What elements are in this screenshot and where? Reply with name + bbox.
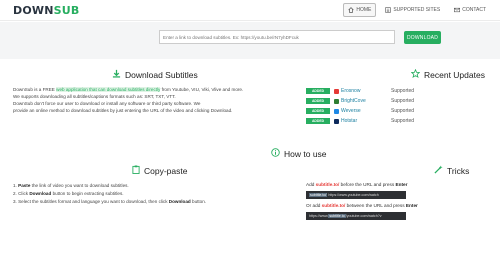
step-1-num: 1.: [13, 183, 17, 188]
trick-2-bar-a: https://www.: [309, 214, 329, 218]
erosnow-icon: [334, 88, 339, 94]
nav-supported-sites[interactable]: SUPPORTED SITES: [380, 3, 445, 17]
nav-contact-label: CONTACT: [462, 7, 486, 13]
magic-wand-icon: [434, 165, 443, 176]
step-3-text: 3. Select the subtitles format and langu…: [13, 199, 168, 204]
tricks-panel: Add subtitle.to/ before the URL and pres…: [306, 182, 496, 224]
site-status: Supported: [391, 118, 415, 124]
site-link[interactable]: Hotstar: [341, 118, 391, 124]
download-section-title-text: Download Subtitles: [125, 69, 198, 80]
list-icon: [385, 7, 392, 13]
brightcove-icon: [334, 98, 339, 104]
trick-2-enter: Enter: [405, 203, 418, 208]
search-band: DOWNLOAD: [0, 22, 500, 59]
nav-supported-sites-label: SUPPORTED SITES: [393, 7, 441, 13]
trick-2-bar-c: /youtube.com/watch?v: [345, 214, 382, 218]
trick-1-enter: Enter: [395, 182, 408, 187]
intro-highlight: web application that can download subtit…: [56, 87, 161, 92]
info-icon: [271, 148, 280, 159]
step-2-text: button to begin extracting subtitles.: [51, 191, 124, 196]
trick-2-bar-sub: subtitle.to: [328, 214, 346, 218]
updates-title-text: Recent Updates: [424, 69, 485, 80]
trick-1-post: before the URL and press: [339, 182, 396, 187]
star-icon: [410, 68, 421, 80]
step-2-bold: Download: [29, 191, 52, 196]
trick-1-url-example: subtitle.to/ https://www.youtube.com/wat…: [306, 191, 406, 199]
url-input[interactable]: [159, 30, 395, 44]
site-status: Supported: [391, 88, 415, 94]
site-link[interactable]: Weverse: [341, 108, 391, 114]
trick-1-text: Add subtitle.to/ before the URL and pres…: [306, 182, 496, 190]
added-badge: ADDED: [306, 88, 330, 94]
tricks-title-text: Tricks: [447, 165, 470, 176]
site-link[interactable]: Erosnow: [341, 88, 391, 94]
intro-line-2: We supports downloading all subtitles/ca…: [13, 94, 176, 99]
weverse-icon: [334, 108, 339, 114]
copy-paste-title-text: Copy-paste: [144, 165, 188, 176]
added-badge: ADDED: [306, 118, 330, 124]
top-navbar: DOWNSUB HOME SUPPORTED SITES CONTACT: [0, 0, 500, 21]
site-status: Supported: [391, 108, 415, 114]
trick-1-pre: Add: [306, 182, 316, 187]
download-section-title: Download Subtitles: [112, 69, 198, 80]
main-nav: HOME SUPPORTED SITES CONTACT: [343, 3, 491, 17]
trick-2-red: subtitle.to/: [321, 203, 346, 208]
trick-2-post: between the URL and press: [345, 203, 406, 208]
step-1-text: the link of video you want to download s…: [30, 183, 129, 188]
intro-text: DownSub is a FREE web application that c…: [13, 86, 303, 114]
step-3-bold: Download: [168, 199, 191, 204]
updates-list: ADDED Erosnow Supported ADDED BrightCove…: [306, 86, 486, 126]
added-badge: ADDED: [306, 98, 330, 104]
intro-line-4: provide an online method to download sub…: [13, 108, 233, 113]
howto-title-text: How to use: [284, 148, 327, 159]
nav-contact[interactable]: CONTACT: [449, 3, 491, 17]
copy-paste-title: Copy-paste: [132, 165, 187, 176]
tricks-title: Tricks: [434, 165, 469, 176]
hotstar-icon: [334, 118, 339, 124]
step-3-post: button.: [190, 199, 207, 204]
step-3: 3. Select the subtitles format and langu…: [13, 198, 303, 206]
step-1-bold: Paste: [18, 183, 31, 188]
logo-text-b: SUB: [53, 4, 80, 17]
intro-line-3: DownSub don't force our user to download…: [13, 101, 201, 106]
update-row: ADDED Hotstar Supported: [306, 116, 486, 126]
envelope-icon: [454, 7, 461, 13]
nav-home-label: HOME: [356, 7, 372, 13]
step-2-num: 2. Click: [13, 191, 29, 196]
added-badge: ADDED: [306, 108, 330, 114]
site-link[interactable]: BrightCove: [341, 98, 391, 104]
update-row: ADDED Weverse Supported: [306, 106, 486, 116]
trick-1-red: subtitle.to/: [315, 182, 340, 187]
downsub-logo[interactable]: DOWNSUB: [13, 4, 79, 17]
clipboard-icon: [132, 165, 140, 176]
trick-2-url-example: https://www. subtitle.to/youtube.com/watc…: [306, 212, 406, 220]
nav-home[interactable]: HOME: [343, 3, 377, 17]
trick-2-text: Or add subtitle.to/ between the URL and …: [306, 203, 496, 211]
howto-title: How to use: [271, 148, 327, 159]
intro-line-1: DownSub is a FREE web application that c…: [13, 86, 303, 93]
download-icon: [112, 69, 121, 80]
update-row: ADDED Erosnow Supported: [306, 86, 486, 96]
home-icon: [348, 7, 354, 13]
trick-1-bar-url: https://www.youtube.com/watch: [328, 193, 379, 197]
howto-steps: 1. Paste the link of video you want to d…: [13, 182, 303, 206]
logo-text-a: DOWN: [13, 4, 54, 17]
update-row: ADDED BrightCove Supported: [306, 96, 486, 106]
step-2: 2. Click Download button to begin extrac…: [13, 190, 303, 198]
trick-1-bar-prefix: subtitle.to/: [309, 193, 328, 197]
site-status: Supported: [391, 98, 415, 104]
download-button[interactable]: DOWNLOAD: [404, 31, 441, 44]
trick-2-pre: Or add: [306, 203, 322, 208]
updates-title: Recent Updates: [410, 68, 485, 80]
intro-1a: DownSub is a FREE: [13, 87, 57, 92]
intro-1c: from Youtube, VIU, Viki, Vlive and more.: [160, 87, 244, 92]
step-1: 1. Paste the link of video you want to d…: [13, 182, 303, 190]
